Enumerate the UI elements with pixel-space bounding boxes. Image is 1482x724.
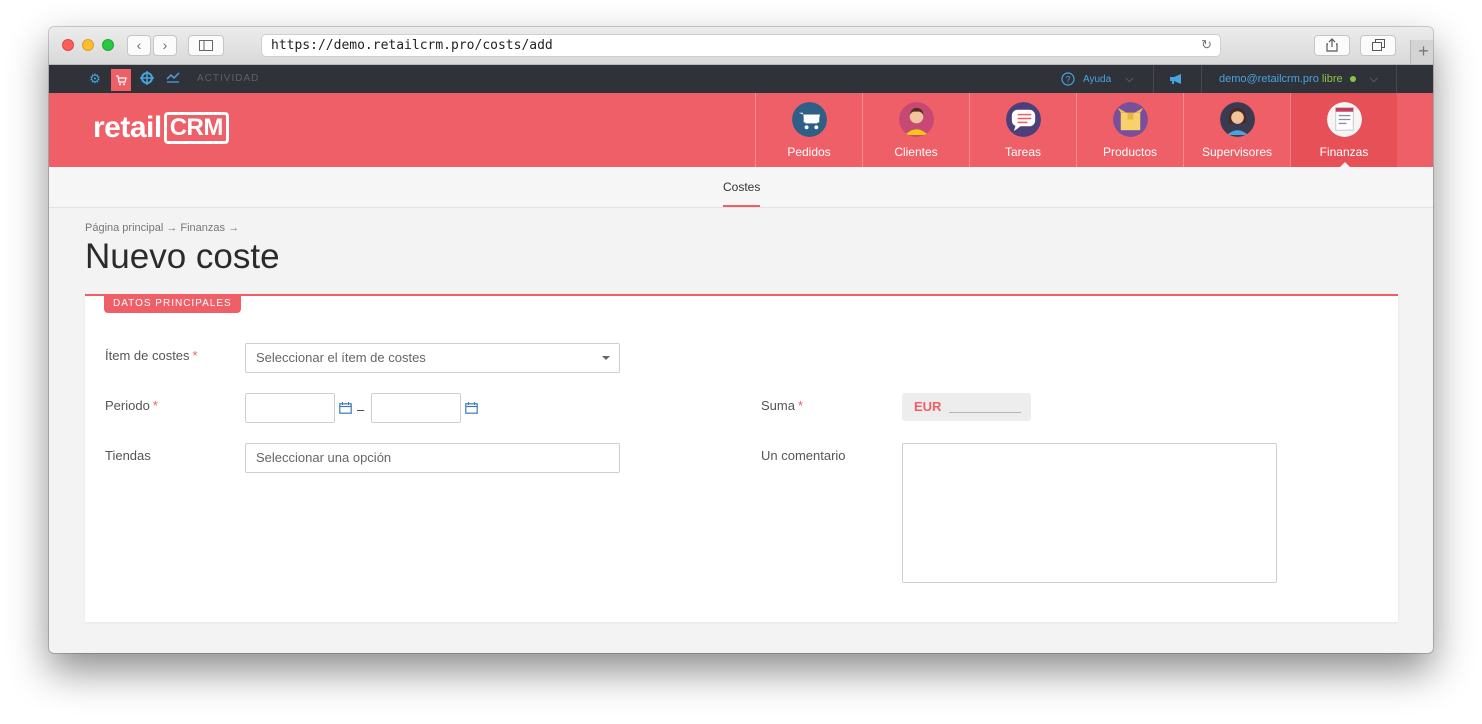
analytics-chart-icon[interactable] [165,71,181,87]
svg-text:?: ? [1065,75,1070,85]
reload-icon[interactable]: ↻ [1201,37,1212,53]
activity-label[interactable]: ACTIVIDAD [197,73,259,84]
amount-label: Suma * [761,398,804,413]
megaphone-icon [1170,74,1181,84]
target-icon[interactable] [139,71,155,87]
period-label: Periodo * [105,398,158,413]
share-button[interactable] [1314,35,1350,56]
stores-select[interactable]: Seleccionar una opción [245,443,620,473]
customer-icon [899,102,934,137]
back-button[interactable]: ‹ [127,35,151,56]
period-separator: – [357,402,365,417]
app-header: retail CRM Pedidos Clientes Tareas Produ… [49,93,1433,168]
top-bar: ⚙ ACTIVIDAD ? Ayuda ⌵ demo@retailcrm.pro… [49,65,1433,93]
announcements-button[interactable] [1169,65,1185,93]
section-tag: DATOS PRINCIPALES [104,294,241,313]
nav-label: Clientes [894,145,938,159]
help-label: Ayuda [1083,73,1112,85]
address-bar[interactable]: https://demo.retailcrm.pro/costs/add ↻ [261,34,1221,57]
calendar-icon[interactable] [465,402,478,414]
browser-toolbar: ‹ › https://demo.retailcrm.pro/costs/add… [49,27,1433,65]
help-icon: ? [1061,72,1075,86]
url-text: https://demo.retailcrm.pro/costs/add [271,38,553,53]
user-menu[interactable]: demo@retailcrm.pro libre ⌵ [1219,65,1378,93]
stores-label: Tiendas [105,448,151,463]
sidebar-icon [199,40,213,51]
nav-supervisores[interactable]: Supervisores [1183,93,1290,167]
shop-cart-icon[interactable] [111,69,131,91]
chevron-right-icon: › [162,37,168,53]
document-icon [1327,102,1362,137]
nav-label: Productos [1102,145,1158,159]
required-mark: * [192,348,198,363]
minimize-window-button[interactable] [82,39,94,51]
period-end-input[interactable] [371,393,461,423]
forward-button[interactable]: › [153,35,177,56]
user-status: libre [1321,73,1343,85]
divider [1396,65,1397,93]
nav-clientes[interactable]: Clientes [862,93,969,167]
logo-crm: CRM [163,112,229,144]
form-card: DATOS PRINCIPALES Ítem de costes * Selecc… [85,294,1398,622]
period-start-input[interactable] [245,393,335,423]
comment-label: Un comentario [761,448,846,463]
share-icon [1326,38,1338,52]
amount-underline [949,412,1021,413]
new-tab-button[interactable]: + [1410,40,1433,64]
chevron-left-icon: ‹ [136,37,142,53]
sub-nav: Costes [49,167,1433,208]
tab-costes[interactable]: Costes [723,180,760,194]
dropdown-arrow-icon [602,356,610,360]
nav-pedidos[interactable]: Pedidos [755,93,862,167]
nav-label: Finanzas [1319,145,1369,159]
manager-icon [1220,102,1255,137]
settings-gear-icon[interactable]: ⚙ [87,71,103,87]
tabs-overview-button[interactable] [1360,35,1396,56]
nav-label: Tareas [1004,145,1042,159]
help-menu[interactable]: ? Ayuda ⌵ [1061,65,1134,93]
nav-tareas[interactable]: Tareas [969,93,1076,167]
calendar-icon[interactable] [339,402,352,414]
retailcrm-logo[interactable]: retail CRM [93,111,229,145]
chat-bubble-icon [1006,102,1041,137]
nav-label: Pedidos [787,145,831,159]
cost-item-placeholder: Seleccionar el ítem de costes [256,350,426,365]
nav-label: Supervisores [1201,145,1273,159]
nav-finanzas[interactable]: Finanzas [1290,93,1397,168]
tabs-icon [1371,39,1385,51]
amount-input[interactable]: EUR [902,393,1031,421]
divider [1153,65,1154,93]
comment-textarea[interactable] [902,443,1277,583]
chevron-down-icon: ⌵ [1125,72,1134,85]
stores-placeholder: Seleccionar una opción [256,450,392,465]
main-nav: Pedidos Clientes Tareas Productos Superv… [755,93,1397,168]
cart-icon [792,102,827,137]
browser-window: ‹ › https://demo.retailcrm.pro/costs/add… [49,27,1433,653]
chevron-down-icon: ⌵ [1369,72,1378,85]
sidebar-toggle-button[interactable] [188,35,224,56]
divider [1201,65,1202,93]
required-mark: * [797,398,804,413]
cost-item-label: Ítem de costes * [105,348,198,363]
nav-productos[interactable]: Productos [1076,93,1183,167]
active-tab-underline [723,205,760,207]
box-icon [1113,102,1148,137]
cost-item-select[interactable]: Seleccionar el ítem de costes [245,343,620,373]
required-mark: * [152,398,158,413]
currency-label: EUR [914,399,942,414]
zoom-window-button[interactable] [102,39,114,51]
page-title: Nuevo coste [85,237,280,276]
logo-text: retail [93,111,162,144]
breadcrumb[interactable]: Página principal → Finanzas → [85,222,239,234]
close-window-button[interactable] [62,39,74,51]
status-dot [1349,76,1356,82]
user-email: demo@retailcrm.pro [1219,73,1319,85]
